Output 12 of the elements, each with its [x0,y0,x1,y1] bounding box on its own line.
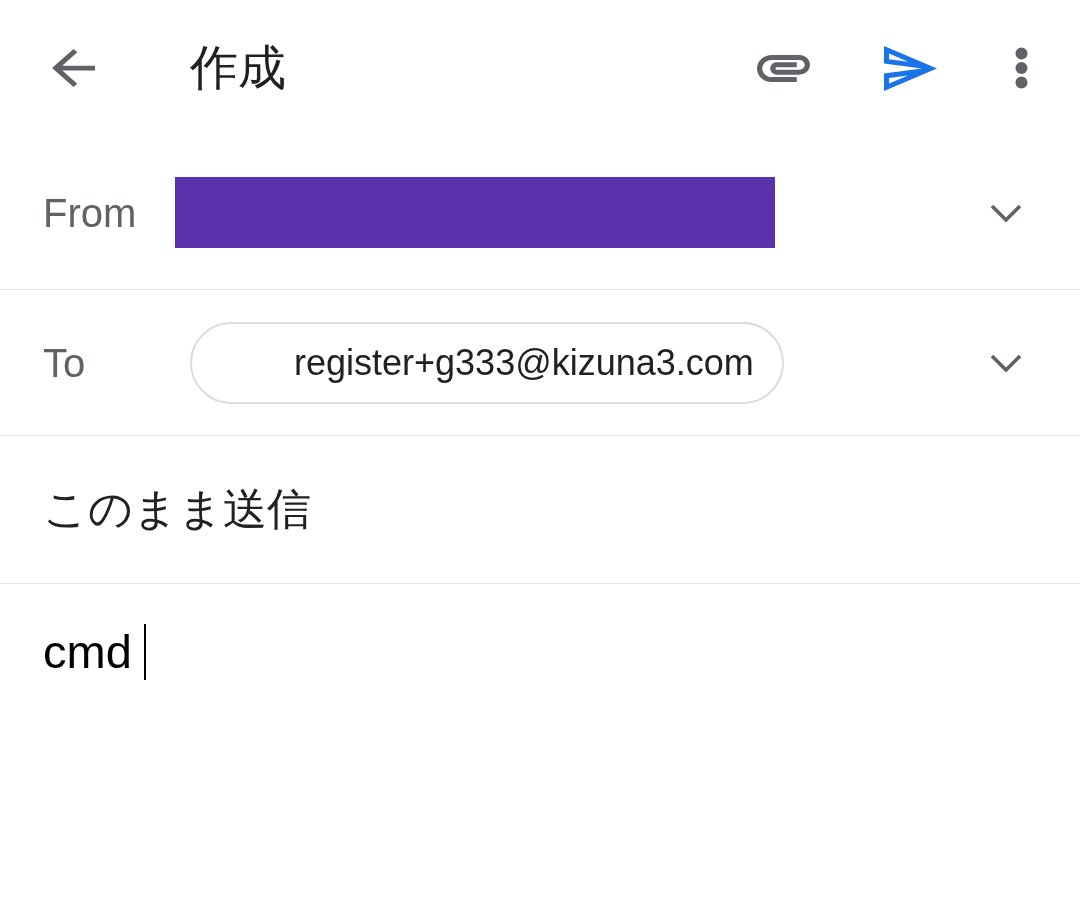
chevron-down-icon[interactable] [990,353,1022,372]
paperclip-icon[interactable] [757,54,810,82]
from-label: From [43,189,138,237]
subject-field[interactable]: このまま送信 [0,436,1080,583]
screen-title: 作成 [190,40,286,97]
recipient-chip[interactable]: register+g333@kizuna3.com [190,321,784,404]
send-icon[interactable] [884,45,937,91]
body-field[interactable]: cmd [0,584,1080,903]
to-label: To [43,339,87,387]
back-arrow-icon[interactable] [52,49,95,87]
more-options-icon[interactable] [1015,47,1028,89]
chevron-down-icon[interactable] [990,203,1022,222]
